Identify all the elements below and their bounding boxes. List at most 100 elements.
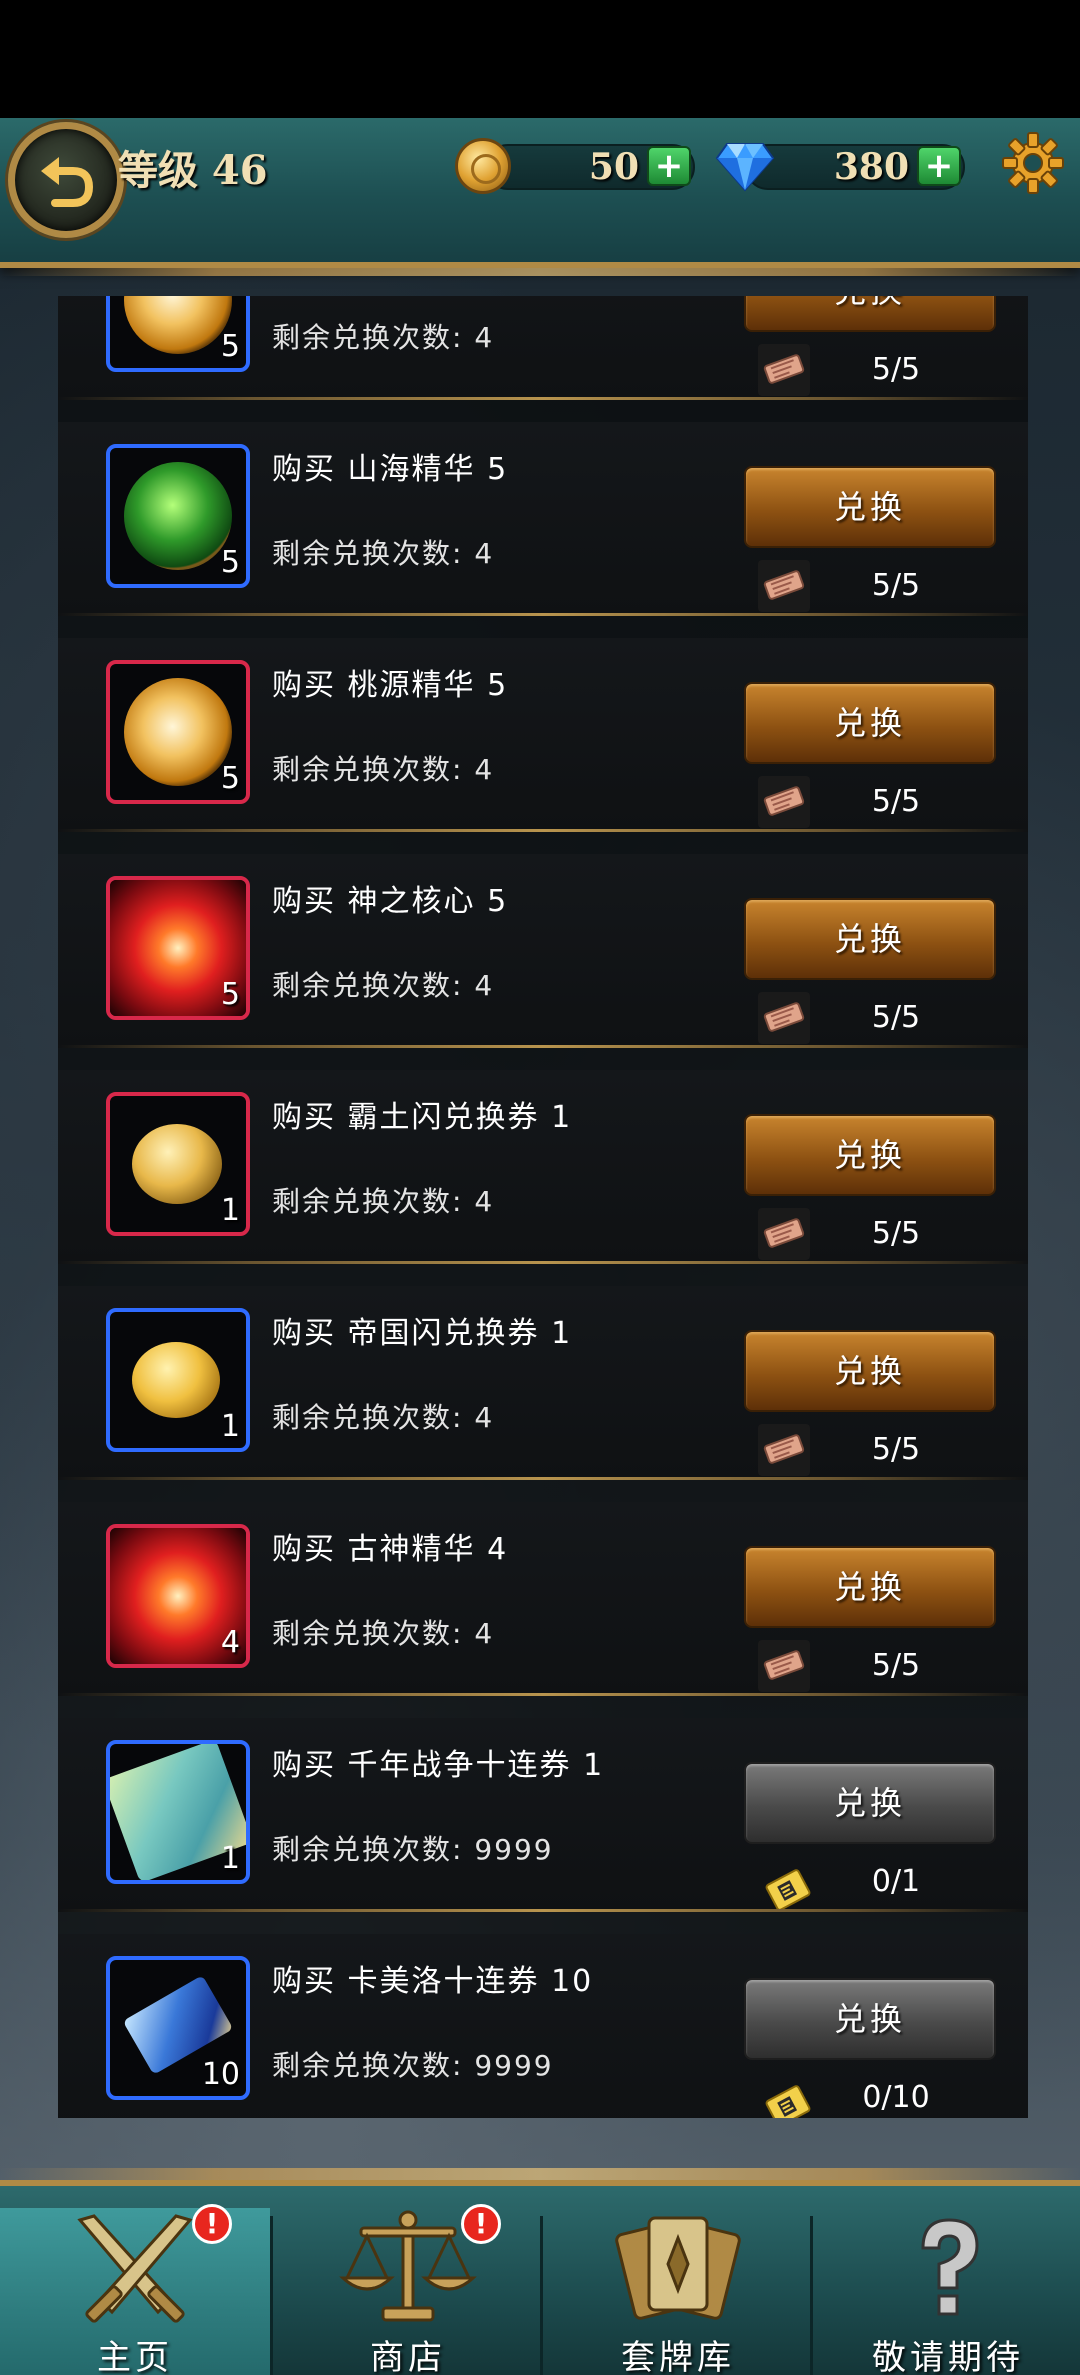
- exchange-token-icon: [758, 776, 810, 828]
- remaining-exchanges: 剩余兑换次数: 4: [272, 753, 495, 786]
- back-button[interactable]: [8, 122, 124, 238]
- bottom-navigation: 主页 ! 商店 ! 套牌库 敬请期待: [0, 2168, 1080, 2375]
- exchange-list[interactable]: 5剩余兑换次数: 4兑换5/55购买 山海精华 5剩余兑换次数: 4兑换5/55…: [58, 296, 1028, 2118]
- item-title: 购买 千年战争十连券 1: [272, 1748, 605, 1783]
- player-level: 等级 46: [118, 147, 268, 194]
- exchange-row: 5 购买 神之核心 5 剩余兑换次数: 4 兑换 5/5: [58, 854, 1028, 1048]
- status-bar: [0, 0, 1080, 118]
- exchange-row: 5 购买 桃源精华 5 剩余兑换次数: 4 兑换 5/5: [58, 638, 1028, 832]
- question-icon: [921, 2218, 979, 2316]
- remaining-exchanges: 剩余兑换次数: 4: [272, 969, 495, 1002]
- exchange-token-icon: [758, 1640, 810, 1692]
- remaining-exchanges: 剩余兑换次数: 4: [272, 1401, 495, 1434]
- coin-amount: 50: [588, 146, 639, 188]
- exchange-row: 5 购买 山海精华 5 剩余兑换次数: 4 兑换 5/5: [58, 422, 1028, 616]
- item-icon[interactable]: 5: [106, 660, 250, 804]
- top-bar: 等级 46 50 + 380 +: [0, 118, 1080, 276]
- green-item-icon: [124, 462, 232, 570]
- row-divider: [58, 1261, 1028, 1264]
- nav-home-label: 主页: [97, 2338, 173, 2375]
- home-alert-badge: !: [192, 2204, 232, 2244]
- exchange-button[interactable]: 兑换: [744, 1546, 996, 1628]
- nav-coming-soon-label: 敬请期待: [872, 2338, 1024, 2375]
- cost-progress: 5/5: [871, 1000, 921, 1035]
- row-divider: [58, 397, 1028, 400]
- exchange-token-icon: [758, 992, 810, 1044]
- cost-progress: 0/10: [862, 2080, 930, 2115]
- cost-progress: 5/5: [871, 784, 921, 819]
- diamond-icon: [715, 143, 775, 192]
- add-gems-button[interactable]: +: [917, 146, 961, 186]
- nav-deck-label: 套牌库: [621, 2338, 735, 2375]
- item-icon[interactable]: 1: [106, 1308, 250, 1452]
- cost-progress: 5/5: [871, 1648, 921, 1683]
- exchange-button[interactable]: 兑换: [744, 466, 996, 548]
- exchange-button[interactable]: 兑换: [744, 1762, 996, 1844]
- nav-home[interactable]: 主页 !: [0, 2204, 270, 2375]
- peach-item-icon: [124, 296, 232, 354]
- remaining-exchanges: 剩余兑换次数: 4: [272, 321, 495, 354]
- exchange-token-icon: [758, 560, 810, 612]
- remaining-exchanges: 剩余兑换次数: 4: [272, 537, 495, 570]
- row-divider: [58, 1477, 1028, 1480]
- item-title: 购买 桃源精华 5: [272, 668, 509, 703]
- remaining-exchanges: 剩余兑换次数: 4: [272, 1185, 495, 1218]
- coin-counter: 50 +: [455, 138, 695, 194]
- item-title: 购买 卡美洛十连券 10: [272, 1964, 594, 1999]
- item-icon[interactable]: 5: [106, 444, 250, 588]
- exchange-row: 1 购买 帝国闪兑换券 1 剩余兑换次数: 4 兑换 5/5: [58, 1286, 1028, 1480]
- item-quantity: 5: [220, 761, 240, 796]
- remaining-exchanges: 剩余兑换次数: 9999: [272, 1833, 554, 1866]
- row-divider: [58, 1909, 1028, 1912]
- settings-gear-icon[interactable]: [1000, 130, 1066, 196]
- exchange-button[interactable]: 兑换: [744, 898, 996, 980]
- exchange-button[interactable]: 兑换: [744, 1978, 996, 2060]
- coin-icon: [455, 138, 511, 194]
- item-quantity: 5: [220, 329, 240, 364]
- cards-icon: [615, 2216, 741, 2320]
- exchange-button[interactable]: 兑换: [744, 296, 996, 332]
- back-arrow-icon: [41, 157, 94, 207]
- item-icon[interactable]: 5: [106, 876, 250, 1020]
- item-title: 购买 霸土闪兑换券 1: [272, 1100, 573, 1135]
- nav-shop-label: 商店: [370, 2338, 446, 2375]
- cost-progress: 5/5: [871, 1216, 921, 1251]
- item-icon[interactable]: 5: [106, 296, 250, 372]
- item-icon[interactable]: 4: [106, 1524, 250, 1668]
- item-icon[interactable]: 10: [106, 1956, 250, 2100]
- exchange-button[interactable]: 兑换: [744, 1114, 996, 1196]
- exchange-button[interactable]: 兑换: [744, 1330, 996, 1412]
- nav-coming-soon[interactable]: 敬请期待: [813, 2208, 1080, 2375]
- exchange-row: 1 购买 霸土闪兑换券 1 剩余兑换次数: 4 兑换 5/5: [58, 1070, 1028, 1264]
- item-icon[interactable]: 1: [106, 1092, 250, 1236]
- item-icon[interactable]: 1: [106, 1740, 250, 1884]
- add-coins-button[interactable]: +: [647, 146, 691, 186]
- item-title: 购买 帝国闪兑换券 1: [272, 1316, 573, 1351]
- exchange-token-icon: [758, 344, 810, 396]
- gem-counter: 380 +: [715, 138, 965, 194]
- gold-ticket-icon: [758, 2072, 811, 2118]
- gem-amount: 380: [833, 146, 909, 188]
- exchange-token-icon: [758, 1208, 810, 1260]
- row-divider: [58, 829, 1028, 832]
- item-title: 购买 山海精华 5: [272, 452, 509, 487]
- exchange-row: 4 购买 古神精华 4 剩余兑换次数: 4 兑换 5/5: [58, 1502, 1028, 1696]
- nav-deck[interactable]: 套牌库: [543, 2208, 813, 2375]
- exchange-button[interactable]: 兑换: [744, 682, 996, 764]
- exchange-row: 1 购买 千年战争十连券 1 剩余兑换次数: 9999 兑换 0/1: [58, 1718, 1028, 1912]
- row-divider: [58, 1693, 1028, 1696]
- item-quantity: 5: [220, 545, 240, 580]
- item-quantity: 1: [220, 1193, 240, 1228]
- exchange-row: 10 购买 卡美洛十连券 10 剩余兑换次数: 9999 兑换 0/10: [58, 1934, 1028, 2118]
- item-quantity: 4: [220, 1625, 240, 1660]
- cost-progress: 5/5: [871, 352, 921, 387]
- peach-item-icon: [124, 678, 232, 786]
- cost-progress: 5/5: [871, 1432, 921, 1467]
- item-quantity: 5: [220, 977, 240, 1012]
- nav-shop[interactable]: 商店 !: [273, 2204, 543, 2375]
- item-quantity: 10: [201, 2057, 240, 2092]
- shop-alert-badge: !: [461, 2204, 501, 2244]
- cost-progress: 0/1: [871, 1864, 921, 1899]
- gold-ticket-icon: [758, 1856, 811, 1911]
- exchange-token-icon: [758, 1424, 810, 1476]
